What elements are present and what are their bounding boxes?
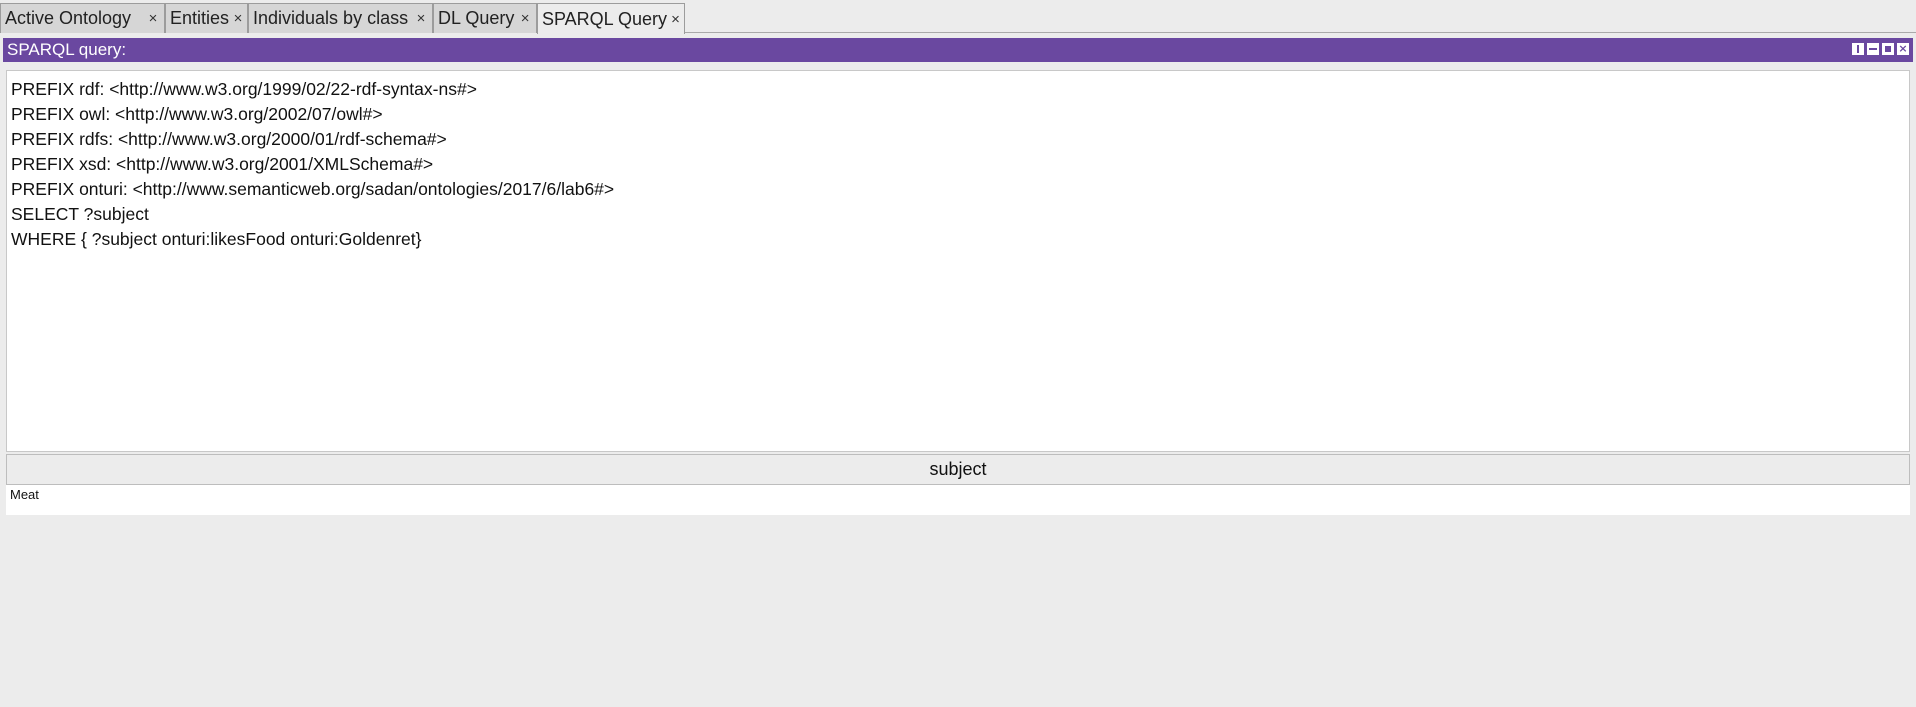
table-cell: Meat bbox=[10, 487, 39, 502]
maximize-icon[interactable] bbox=[1882, 43, 1894, 55]
view-controls: × bbox=[1852, 43, 1909, 55]
query-editor[interactable]: PREFIX rdf: <http://www.w3.org/1999/02/2… bbox=[6, 70, 1910, 452]
close-icon[interactable]: × bbox=[1897, 43, 1909, 55]
query-line: PREFIX rdf: <http://www.w3.org/1999/02/2… bbox=[11, 79, 477, 99]
close-icon[interactable]: × bbox=[229, 10, 247, 27]
table-row[interactable]: Meat bbox=[6, 485, 1910, 505]
close-icon[interactable]: × bbox=[667, 11, 684, 28]
close-glyph: × bbox=[1898, 42, 1908, 55]
tab-label: Entities bbox=[170, 8, 230, 28]
column-header-label: subject bbox=[929, 459, 987, 479]
close-icon[interactable]: × bbox=[514, 10, 536, 27]
view-title: SPARQL query: bbox=[7, 40, 127, 59]
close-icon[interactable]: × bbox=[142, 10, 164, 27]
query-line: WHERE { ?subject onturi:likesFood onturi… bbox=[11, 229, 422, 249]
tab-label: SPARQL Query bbox=[542, 8, 668, 29]
query-line: PREFIX rdfs: <http://www.w3.org/2000/01/… bbox=[11, 129, 447, 149]
query-line: SELECT ?subject bbox=[11, 204, 149, 224]
column-header-subject[interactable]: subject bbox=[6, 454, 1910, 485]
split-icon[interactable] bbox=[1852, 43, 1864, 55]
minimize-icon[interactable] bbox=[1867, 43, 1879, 55]
tab-bar: Active Ontology × Entities × Individuals… bbox=[0, 0, 1916, 34]
close-icon[interactable]: × bbox=[410, 10, 432, 27]
query-line: PREFIX xsd: <http://www.w3.org/2001/XMLS… bbox=[11, 154, 434, 174]
sparql-query-view: SPARQL query: × PREFIX rdf: <http://www.… bbox=[3, 38, 1913, 704]
tab-sparql-query[interactable]: SPARQL Query × bbox=[537, 3, 685, 34]
tab-label: Individuals by class bbox=[253, 8, 409, 28]
query-line: PREFIX owl: <http://www.w3.org/2002/07/o… bbox=[11, 104, 383, 124]
view-header: SPARQL query: × bbox=[3, 38, 1913, 62]
query-line: PREFIX onturi: <http://www.semanticweb.o… bbox=[11, 179, 615, 199]
results-table: subject Meat bbox=[6, 454, 1910, 552]
tab-label: Active Ontology bbox=[5, 8, 132, 28]
tab-active-ontology[interactable]: Active Ontology × bbox=[0, 3, 165, 33]
tab-individuals-by-class[interactable]: Individuals by class × bbox=[248, 3, 433, 33]
tab-label: DL Query bbox=[438, 8, 515, 28]
results-body: Meat bbox=[6, 485, 1910, 515]
tab-dl-query[interactable]: DL Query × bbox=[433, 3, 537, 33]
tab-entities[interactable]: Entities × bbox=[165, 3, 248, 33]
